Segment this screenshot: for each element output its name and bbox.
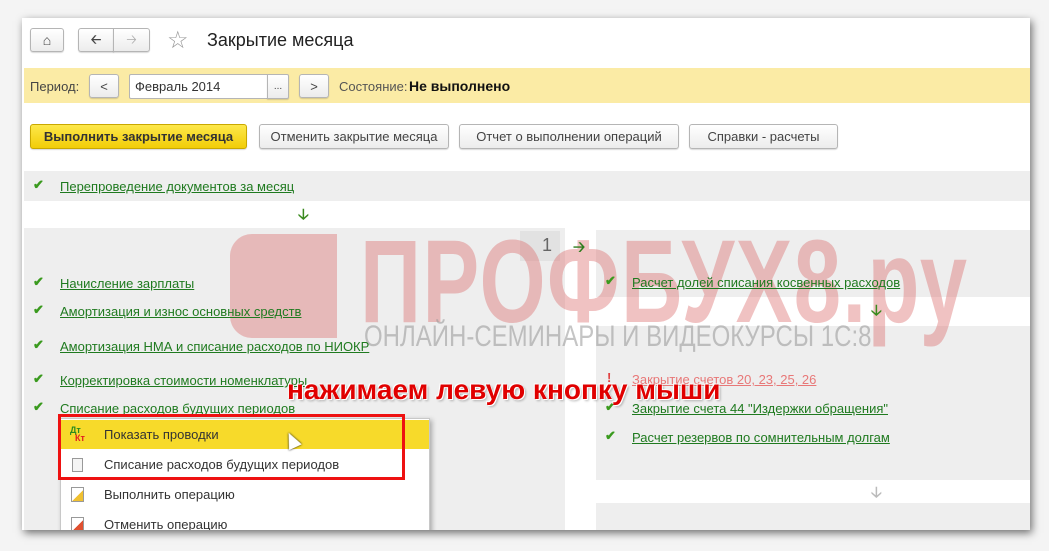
menu-item-cancel-operation[interactable]: Отменить операцию [61,510,429,530]
run-operation-icon [71,487,84,502]
forward-button[interactable]: 🡢 [113,28,150,52]
highlight-frame [58,414,405,480]
step-link[interactable]: Корректировка стоимости номенклатуры [60,373,307,388]
check-icon: ✔ [605,428,616,443]
arrow-left-icon: 🡠 [90,32,102,47]
check-icon: ✔ [33,337,44,352]
right-panel-next [596,503,1030,530]
step-repost-link[interactable]: Перепроведение документов за месяц [60,179,294,194]
step-link[interactable]: Начисление зарплаты [60,276,194,291]
arrow-right-icon: 🡢 [573,239,586,256]
status-label: Состояние: [339,79,408,94]
check-icon: ✔ [33,302,44,317]
month-closing-window: ⌂ 🡠 🡢 ☆ Закрытие месяца Период: < Феврал… [22,18,1030,530]
watermark-tagline: ОНЛАЙН-СЕМИНАРЫ И ВИДЕОКУРСЫ 1С:8 [364,320,872,353]
arrow-down-icon: 🡣 [298,206,309,223]
check-icon: ✔ [33,177,44,192]
check-icon: ✔ [605,273,616,288]
star-icon[interactable]: ☆ [167,26,189,55]
step-link[interactable]: Расчет резервов по сомнительным долгам [632,430,890,445]
cancel-closing-button[interactable]: Отменить закрытие месяца [259,124,449,149]
reference-calculations-button[interactable]: Справки - расчеты [689,124,838,149]
check-icon: ✔ [33,399,44,414]
arrow-down-icon: 🡣 [871,302,882,319]
annotation-text: нажимаем левую кнопку мыши [287,374,721,405]
menu-item-run-operation[interactable]: Выполнить операцию [61,480,429,509]
arrow-right-icon: 🡢 [126,32,137,47]
step-link[interactable]: Расчет долей списания косвенных расходов [632,275,900,290]
watermark-logo [230,234,337,338]
status-value: Не выполнено [409,78,511,94]
next-period-button[interactable]: > [299,74,329,98]
check-icon: ✔ [33,371,44,386]
report-button[interactable]: Отчет о выполнении операций [459,124,679,149]
cancel-operation-icon [71,517,84,530]
period-picker-button[interactable]: ... [267,74,289,99]
step-link[interactable]: Амортизация НМА и списание расходов по Н… [60,339,369,354]
menu-item-label: Выполнить операцию [104,487,235,502]
step-link[interactable]: Амортизация и износ основных средств [60,304,301,319]
period-label: Период: [30,79,80,94]
home-icon: ⌂ [42,32,52,48]
period-input[interactable]: Февраль 2014 [129,74,269,99]
stage-number: 1 [542,235,553,255]
run-closing-button[interactable]: Выполнить закрытие месяца [30,124,247,149]
prev-period-button[interactable]: < [89,74,119,98]
home-button[interactable]: ⌂ [30,28,64,52]
page-title: Закрытие месяца [207,30,354,50]
check-edit-icon: ✔ [33,274,44,289]
arrow-down-icon: 🡣 [871,484,882,501]
back-button[interactable]: 🡠 [78,28,114,52]
menu-item-label: Отменить операцию [104,517,228,530]
